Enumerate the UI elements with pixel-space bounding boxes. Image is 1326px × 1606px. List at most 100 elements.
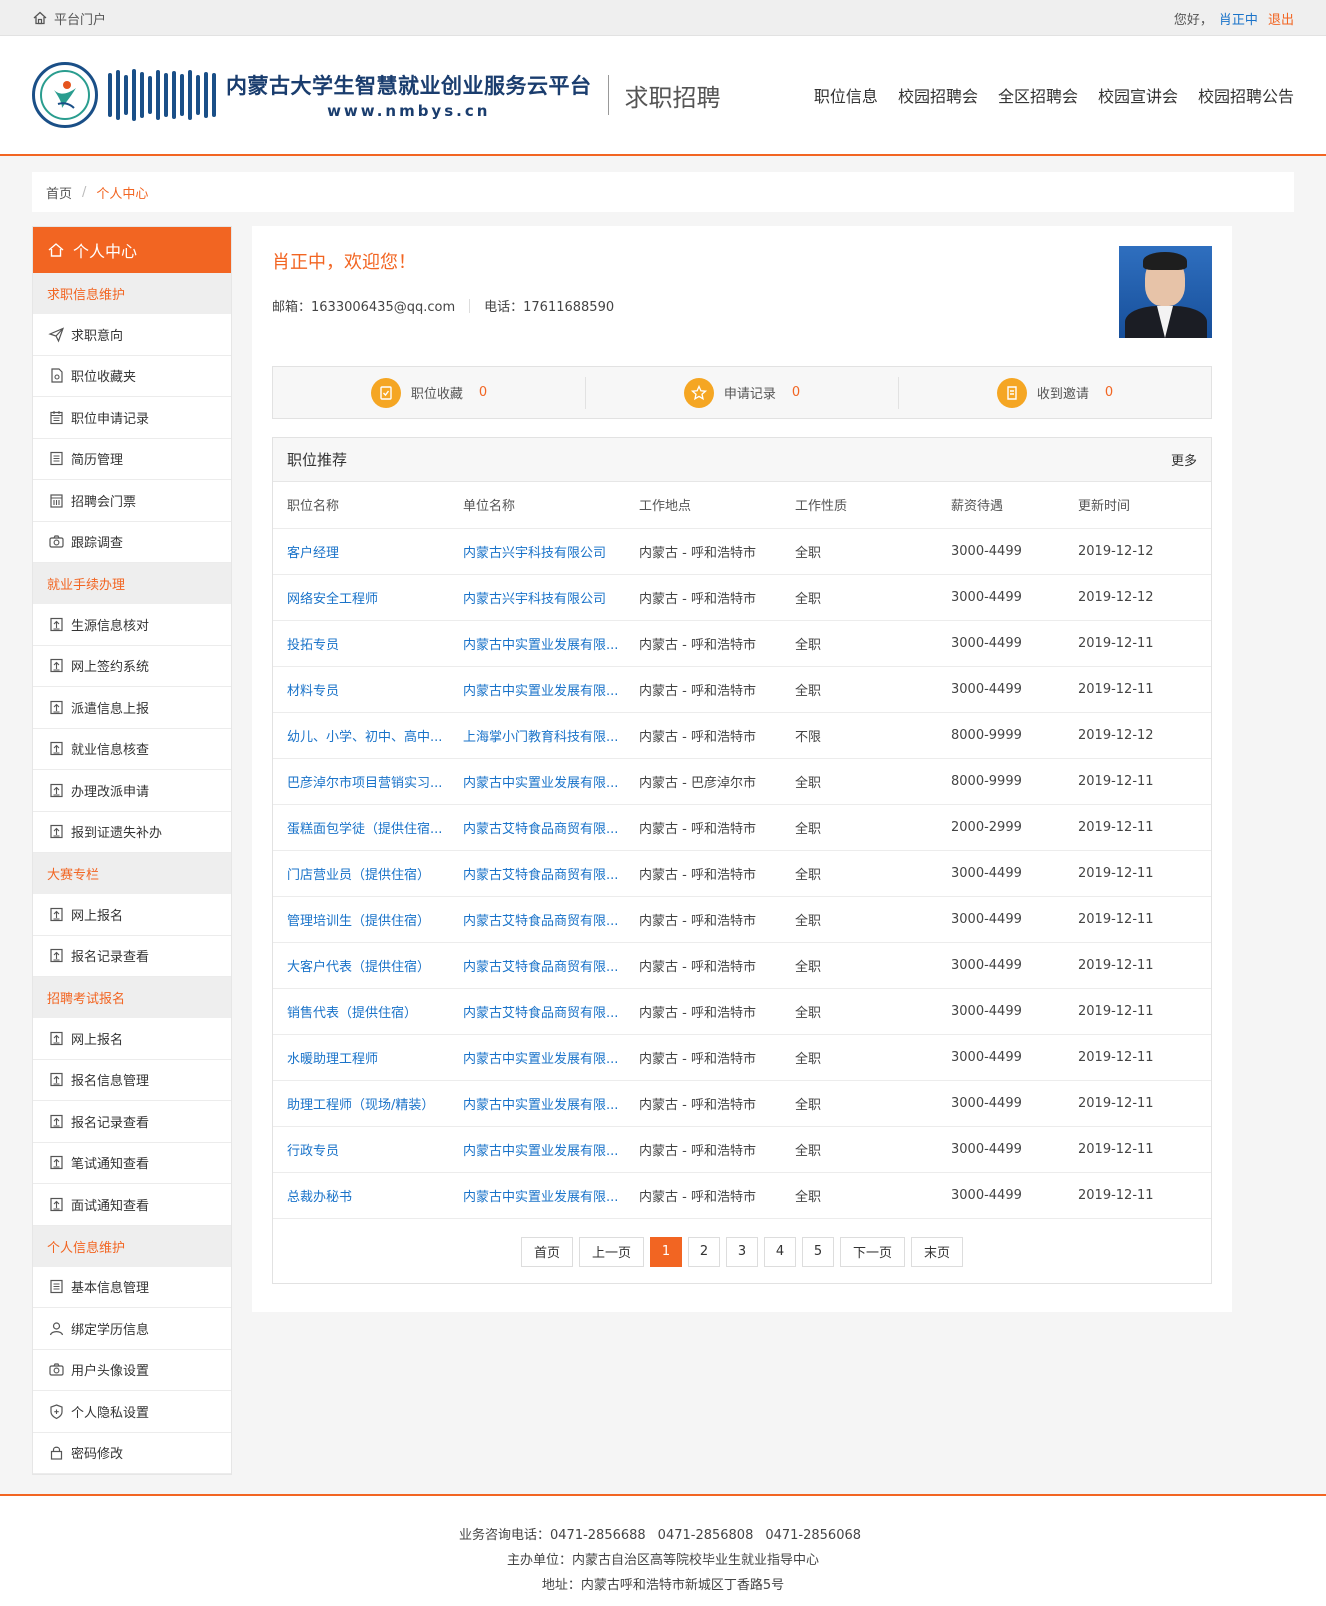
more-link[interactable]: 更多 <box>1171 450 1197 469</box>
username-link[interactable]: 肖正中 <box>1219 13 1258 28</box>
sidebar-item[interactable]: 网上报名 <box>33 1018 231 1060</box>
location-cell: 内蒙古 - 呼和浩特市 <box>625 1126 781 1173</box>
column-header: 单位名称 <box>449 482 625 529</box>
company-link[interactable]: 内蒙古中实置业发展有限... <box>449 666 625 713</box>
sidebar-item[interactable]: 报名信息管理 <box>33 1060 231 1101</box>
portal-link[interactable]: 平台门户 <box>32 9 106 28</box>
company-link[interactable]: 内蒙古中实置业发展有限... <box>449 758 625 805</box>
job-title-link[interactable]: 巴彦淖尔市项目营销实习... <box>273 758 449 805</box>
company-link[interactable]: 内蒙古艾特食品商贸有限... <box>449 804 625 851</box>
sidebar-item[interactable]: 办理改派申请 <box>33 770 231 812</box>
company-link[interactable]: 内蒙古艾特食品商贸有限... <box>449 942 625 989</box>
recommend-title: 职位推荐 <box>287 451 348 469</box>
sidebar-item[interactable]: 网上签约系统 <box>33 646 231 687</box>
company-link[interactable]: 内蒙古中实置业发展有限... <box>449 1172 625 1219</box>
company-link[interactable]: 上海掌小门教育科技有限... <box>449 712 625 759</box>
nav-job-info[interactable]: 职位信息 <box>814 83 878 107</box>
upload-icon <box>50 1114 63 1128</box>
breadcrumb-home[interactable]: 首页 <box>46 183 72 202</box>
location-cell: 内蒙古 - 呼和浩特市 <box>625 1034 781 1081</box>
phone-number: 0471-2856068 <box>765 1528 862 1543</box>
page-first-button[interactable]: 首页 <box>520 1236 573 1267</box>
company-link[interactable]: 内蒙古艾特食品商贸有限... <box>449 850 625 897</box>
page-1-button[interactable]: 1 <box>650 1236 682 1267</box>
sidebar-item[interactable]: 个人隐私设置 <box>33 1391 231 1433</box>
job-title-link[interactable]: 销售代表（提供住宿） <box>273 988 449 1035</box>
sidebar-item[interactable]: 基本信息管理 <box>33 1267 231 1308</box>
sidebar-item[interactable]: 网上报名 <box>33 894 231 936</box>
job-type-cell: 全职 <box>781 574 937 621</box>
sidebar-item[interactable]: 职位收藏夹 <box>33 356 231 397</box>
stat-invitations[interactable]: 收到邀请 0 <box>899 377 1211 409</box>
company-link[interactable]: 内蒙古兴宇科技有限公司 <box>449 574 625 621</box>
nav-campus-notice[interactable]: 校园招聘公告 <box>1198 83 1294 107</box>
table-row: 助理工程师（现场/精装） 内蒙古中实置业发展有限... 内蒙古 - 呼和浩特市 全职 3… <box>273 1080 1211 1127</box>
sidebar-item[interactable]: 笔试通知查看 <box>33 1143 231 1184</box>
job-title-link[interactable]: 客户经理 <box>273 528 449 575</box>
page-last-button[interactable]: 末页 <box>911 1236 964 1267</box>
stat-count: 0 <box>1104 385 1114 400</box>
company-link[interactable]: 内蒙古中实置业发展有限... <box>449 1034 625 1081</box>
sidebar-item[interactable]: 报到证遗失补办 <box>33 812 231 853</box>
job-title-link[interactable]: 助理工程师（现场/精装） <box>273 1080 449 1127</box>
job-title-link[interactable]: 材料专员 <box>273 666 449 713</box>
job-title-link[interactable]: 管理培训生（提供住宿） <box>273 896 449 943</box>
sidebar-item[interactable]: 派遣信息上报 <box>33 687 231 729</box>
nav-campus-talk[interactable]: 校园宣讲会 <box>1098 83 1178 107</box>
sidebar-item[interactable]: 简历管理 <box>33 439 231 480</box>
company-link[interactable]: 内蒙古艾特食品商贸有限... <box>449 896 625 943</box>
breadcrumb: 首页 / 个人中心 <box>32 172 1294 212</box>
page-3-button[interactable]: 3 <box>726 1236 758 1267</box>
company-link[interactable]: 内蒙古中实置业发展有限... <box>449 1080 625 1127</box>
brand[interactable]: 内蒙古大学生智慧就业创业服务云平台 www.nmbys.cn 求职招聘 <box>32 62 721 128</box>
logout-link[interactable]: 退出 <box>1268 13 1294 28</box>
salary-cell: 3000-4499 <box>937 574 1064 621</box>
job-title-link[interactable]: 网络安全工程师 <box>273 574 449 621</box>
sidebar-item[interactable]: 密码修改 <box>33 1433 231 1474</box>
job-title-link[interactable]: 总裁办秘书 <box>273 1172 449 1219</box>
recommend-panel: 职位推荐 更多 职位名称 单位名称 工作地点 工作性质 薪资待遇 更新时间 客户经理 内蒙古… <box>272 437 1212 1284</box>
sidebar-item[interactable]: 报名记录查看 <box>33 936 231 977</box>
job-title-link[interactable]: 行政专员 <box>273 1126 449 1173</box>
company-link[interactable]: 内蒙古兴宇科技有限公司 <box>449 528 625 575</box>
job-title-link[interactable]: 水暖助理工程师 <box>273 1034 449 1081</box>
company-link[interactable]: 内蒙古中实置业发展有限... <box>449 620 625 667</box>
job-title-link[interactable]: 投拓专员 <box>273 620 449 667</box>
sidebar-item[interactable]: 绑定学历信息 <box>33 1308 231 1350</box>
sidebar-item[interactable]: 用户头像设置 <box>33 1350 231 1391</box>
sidebar-item[interactable]: 报名记录查看 <box>33 1101 231 1143</box>
page-4-button[interactable]: 4 <box>764 1236 796 1267</box>
sidebar-item[interactable]: 招聘会门票 <box>33 480 231 522</box>
check-doc-icon <box>380 385 392 400</box>
company-link[interactable]: 内蒙古中实置业发展有限... <box>449 1126 625 1173</box>
updated-date-cell: 2019-12-11 <box>1064 1080 1211 1127</box>
breadcrumb-separator: / <box>82 184 87 200</box>
sidebar-item[interactable]: 生源信息核对 <box>33 604 231 646</box>
site-subtitle: 求职招聘 <box>624 83 721 112</box>
job-title-link[interactable]: 幼儿、小学、初中、高中... <box>273 712 449 759</box>
stat-favorites[interactable]: 职位收藏 0 <box>273 376 586 409</box>
nav-campus-fair[interactable]: 校园招聘会 <box>898 83 978 107</box>
sidebar-item[interactable]: 面试通知查看 <box>33 1184 231 1226</box>
stat-applications[interactable]: 申请记录 0 <box>586 376 899 409</box>
sidebar-item[interactable]: 跟踪调查 <box>33 522 231 563</box>
lock-icon <box>50 1446 63 1460</box>
job-title-link[interactable]: 门店营业员（提供住宿） <box>273 850 449 897</box>
sidebar-item[interactable]: 求职意向 <box>33 314 231 356</box>
job-title-link[interactable]: 蛋糕面包学徒（提供住宿... <box>273 804 449 851</box>
page-prev-button[interactable]: 上一页 <box>578 1236 644 1267</box>
phone-number: 0471-2856808 <box>657 1528 754 1543</box>
page-next-button[interactable]: 下一页 <box>840 1236 906 1267</box>
company-link[interactable]: 内蒙古艾特食品商贸有限... <box>449 988 625 1035</box>
invite-icon <box>1007 385 1017 400</box>
sidebar-item-label: 派遣信息上报 <box>71 701 150 717</box>
sidebar-item[interactable]: 职位申请记录 <box>33 397 231 439</box>
job-type-cell: 全职 <box>781 896 937 943</box>
page-2-button[interactable]: 2 <box>688 1236 720 1267</box>
sidebar-item[interactable]: 就业信息核查 <box>33 729 231 770</box>
page-5-button[interactable]: 5 <box>802 1236 834 1267</box>
sidebar-header[interactable]: 个人中心 <box>33 227 231 273</box>
nav-region-fair[interactable]: 全区招聘会 <box>998 83 1078 107</box>
job-title-link[interactable]: 大客户代表（提供住宿） <box>273 942 449 989</box>
upload-icon <box>50 742 63 756</box>
